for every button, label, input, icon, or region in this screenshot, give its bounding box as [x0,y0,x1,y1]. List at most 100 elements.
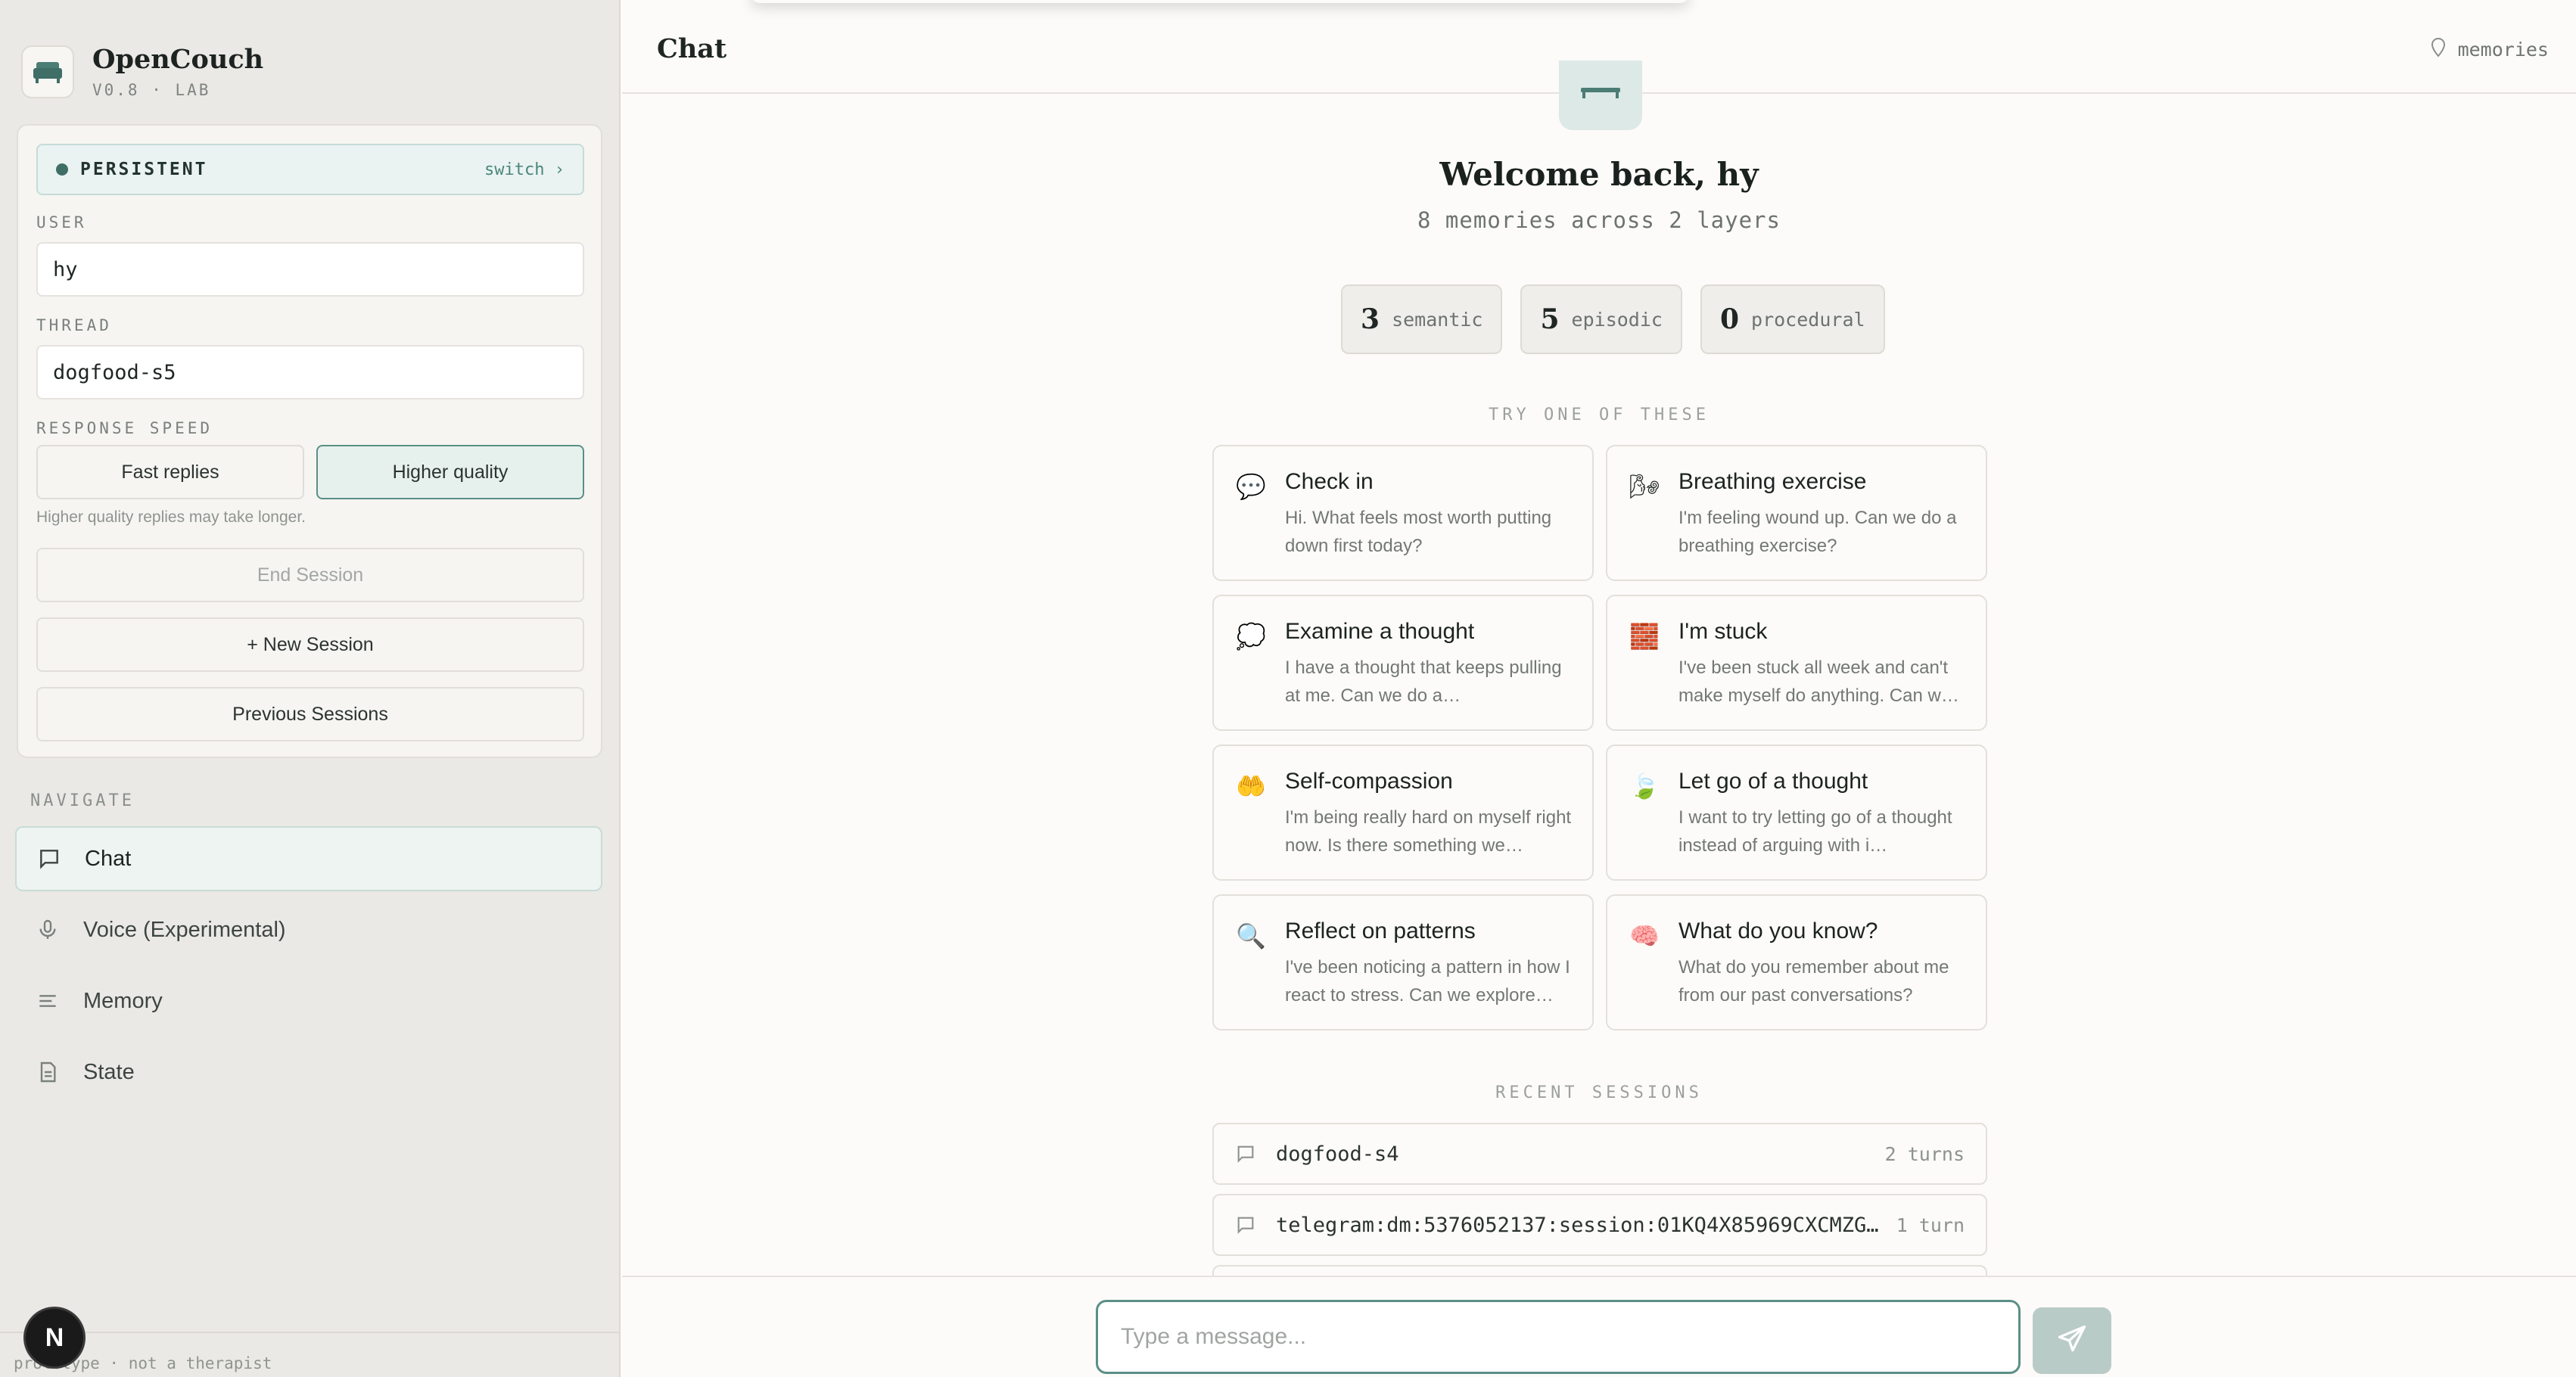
stat-episodic[interactable]: 5 episodic [1520,284,1682,354]
card-description: What do you remember about me from our p… [1678,957,1949,1006]
stat-label: procedural [1751,308,1865,331]
nav-item-voice[interactable]: Voice (Experimental) [15,897,602,962]
microphone-icon [35,917,61,943]
nav-item-memory[interactable]: Memory [15,968,602,1034]
memories-link-label: memories [2457,38,2549,61]
memory-mode-pill[interactable]: PERSISTENT switch › [36,144,584,195]
send-button[interactable] [2033,1307,2111,1374]
mode-label: PERSISTENT [80,160,208,179]
sidebar: OpenCouch V0.8 · LAB PERSISTENT switch ›… [0,0,621,1377]
nav-item-state[interactable]: State [15,1040,602,1105]
composer [622,1276,2576,1377]
stat-value: 3 [1361,303,1380,335]
nav-item-label: Voice (Experimental) [83,917,286,942]
navigate-label: NAVIGATE [30,791,135,810]
fast-replies-button[interactable]: Fast replies [36,445,304,499]
stat-label: episodic [1571,308,1663,331]
speech-bubble-icon: 💬 [1236,473,1266,500]
session-panel: PERSISTENT switch › USER hy THREAD dogfo… [17,124,602,758]
card-description: I want to try letting go of a thought in… [1678,807,1952,856]
page-title: Chat [657,33,727,64]
card-title: Breathing exercise [1678,469,1867,494]
session-turns: 1 turn [1896,1214,1965,1236]
stat-semantic[interactable]: 3 semantic [1341,284,1503,354]
chat-bubble-icon [36,846,62,872]
card-description: I've been stuck all week and can't make … [1678,657,1959,706]
suggestion-card-reflect-patterns[interactable]: 🔍 Reflect on patterns I've been noticing… [1212,894,1594,1030]
suggestion-card-examine-thought[interactable]: 💭 Examine a thought I have a thought tha… [1212,595,1594,731]
session-row[interactable]: telegram:dm:5376052137:session:01KQ4X859… [1212,1194,1987,1256]
magnifier-icon: 🔍 [1236,922,1266,950]
memories-link[interactable]: memories [2429,36,2549,62]
card-description: Hi. What feels most worth putting down f… [1285,508,1552,556]
memory-summary: 8 memories across 2 layers [1417,207,1781,233]
send-icon [2055,1323,2089,1360]
memory-stats: 3 semantic 5 episodic 0 procedural [1341,284,1885,354]
bricks-icon: 🧱 [1629,623,1660,650]
user-label: USER [36,213,87,232]
card-description: I have a thought that keeps pulling at m… [1285,657,1562,706]
end-session-button[interactable]: End Session [36,548,584,602]
thought-bubble-icon: 💭 [1236,623,1266,650]
brain-icon: 🧠 [1629,922,1660,950]
lines-icon [35,988,61,1014]
stat-value: 5 [1540,303,1560,335]
card-title: Reflect on patterns [1285,919,1476,943]
welcome-title: Welcome back, hy [1439,156,1759,193]
suggestion-card-stuck[interactable]: 🧱 I'm stuck I've been stuck all week and… [1606,595,1987,731]
chat-bubble-icon [1235,1214,1258,1236]
nav-item-label: Chat [85,846,132,871]
stat-label: semantic [1392,308,1483,331]
nav-item-chat[interactable]: Chat [15,826,602,891]
avatar[interactable]: N [26,1309,83,1366]
session-name: dogfood-s4 [1276,1142,1399,1166]
app-name: OpenCouch [92,44,264,75]
card-description: I'm being really hard on myself right no… [1285,807,1572,856]
chat-bubble-icon [1235,1142,1258,1165]
suggestion-card-what-do-you-know[interactable]: 🧠 What do you know? What do you remember… [1606,894,1987,1030]
card-title: Check in [1285,469,1374,494]
status-dot-icon [56,163,68,176]
footer-divider [0,1332,621,1333]
higher-quality-button[interactable]: Higher quality [316,445,584,499]
thread-field[interactable]: dogfood-s5 [36,345,584,399]
session-name: telegram:dm:5376052137:session:01KQ4X859… [1276,1213,1881,1237]
card-title: I'm stuck [1678,619,1768,644]
suggestion-card-breathing[interactable]: 🌬 Breathing exercise I'm feeling wound u… [1606,445,1987,581]
new-session-button[interactable]: + New Session [36,617,584,672]
couch-logo-icon [21,45,74,98]
mode-switch-link[interactable]: switch › [484,160,565,179]
pin-icon [2429,36,2447,62]
card-title: Examine a thought [1285,619,1475,644]
recent-sessions-label: RECENT SESSIONS [1495,1083,1703,1102]
leaf-icon: 🍃 [1629,772,1660,800]
thread-label: THREAD [36,316,112,334]
app-version: V0.8 · LAB [92,81,211,99]
open-hands-icon: 🤲 [1236,772,1266,800]
suggestion-card-check-in[interactable]: 💬 Check in Hi. What feels most worth put… [1212,445,1594,581]
nav-item-label: Memory [83,988,163,1013]
brand: OpenCouch V0.8 · LAB [21,44,263,99]
floating-bar [751,0,1689,3]
stat-value: 0 [1719,303,1740,335]
message-input[interactable] [1096,1300,2021,1374]
suggestion-card-let-go[interactable]: 🍃 Let go of a thought I want to try lett… [1606,744,1987,881]
card-description: I'm feeling wound up. Can we do a breath… [1678,508,1957,556]
response-speed-label: RESPONSE SPEED [36,419,213,437]
suggestion-card-self-compassion[interactable]: 🤲 Self-compassion I'm being really hard … [1212,744,1594,881]
card-title: What do you know? [1678,919,1878,943]
session-turns: 2 turns [1884,1142,1965,1165]
stat-procedural[interactable]: 0 procedural [1700,284,1885,354]
document-icon [35,1059,61,1085]
couch-hero-icon [1559,61,1642,130]
session-row[interactable]: dogfood-s4 2 turns [1212,1123,1987,1185]
nav-item-label: State [83,1059,135,1084]
main-area: Chat memories Welcome back, hy 8 memorie… [622,0,2576,1377]
card-title: Let go of a thought [1678,769,1868,794]
previous-sessions-button[interactable]: Previous Sessions [36,687,584,741]
user-field[interactable]: hy [36,242,584,297]
card-description: I've been noticing a pattern in how I re… [1285,957,1570,1006]
wind-icon: 🌬 [1629,473,1660,500]
suggestions-label: TRY ONE OF THESE [1489,406,1710,424]
card-title: Self-compassion [1285,769,1453,794]
